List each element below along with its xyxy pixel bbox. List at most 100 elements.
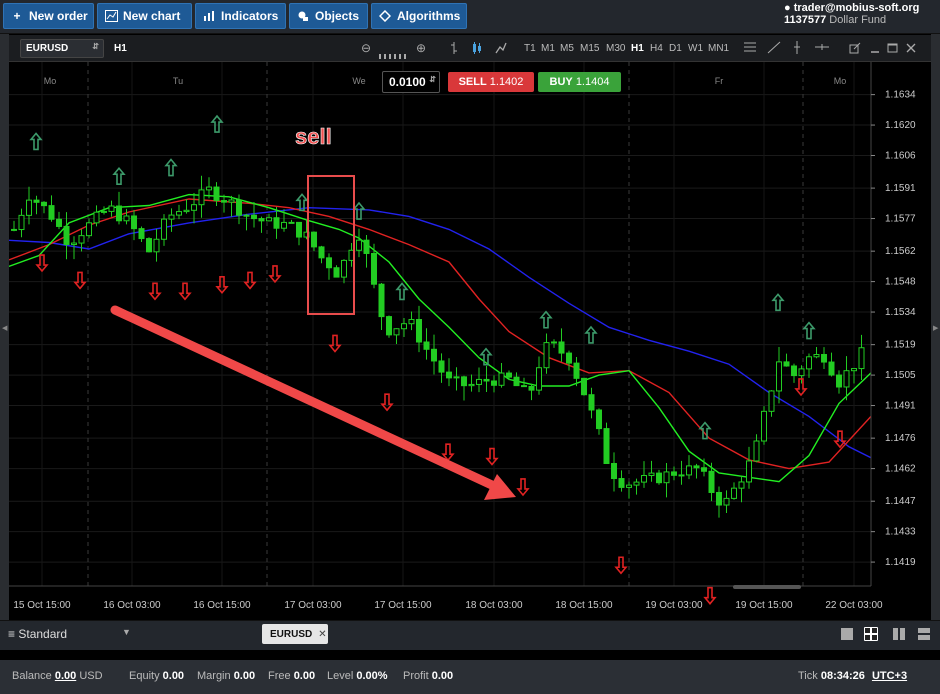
timeframe-h1[interactable]: H1 [631, 43, 644, 54]
maximize-icon[interactable] [887, 41, 898, 59]
candle-body [731, 487, 737, 499]
time-tick-label: 18 Oct 15:00 [555, 600, 613, 611]
candle-body [678, 474, 685, 477]
candle-body [296, 221, 302, 238]
horizontal-line-icon[interactable] [815, 41, 829, 59]
objects-button[interactable]: Objects [289, 3, 368, 29]
candle-body [101, 210, 107, 213]
candle-body [513, 376, 520, 387]
timeframe-m15[interactable]: M15 [580, 43, 599, 54]
sell-signal-arrow [148, 282, 162, 301]
fibonacci-icon[interactable] [743, 41, 757, 59]
zoom-in-icon[interactable]: ⊕ [416, 41, 426, 55]
candle-body [393, 328, 400, 336]
candle-body [341, 259, 347, 278]
algorithms-button[interactable]: Algorithms [371, 3, 467, 29]
price-chart[interactable]: 1.1634 1.1620 1.1606 1.1591 1.1577 1.1562 1.15… [9, 62, 931, 620]
candle-body [161, 218, 167, 240]
candle-body [543, 342, 550, 369]
timezone-selector[interactable]: UTC+3 [872, 670, 907, 682]
candle-body [633, 481, 640, 486]
price-tick-label: 1.1447 [885, 496, 916, 507]
candle-body [311, 231, 317, 248]
right-collapse-bar[interactable]: ▶ [931, 34, 940, 620]
layout-grid-icon[interactable] [864, 627, 878, 641]
buy-signal-arrow [112, 166, 126, 186]
candle-body [648, 472, 655, 477]
zoom-out-icon[interactable]: ⊖ [361, 41, 371, 55]
trendline-icon[interactable] [767, 41, 781, 59]
buy-button[interactable]: BUY 1.1404 [538, 72, 621, 92]
candle-body [123, 215, 130, 222]
spinner-icon: ⇵ [92, 42, 99, 51]
close-chart-icon[interactable] [906, 41, 916, 59]
layout-single-icon[interactable] [840, 627, 854, 641]
profile-selector[interactable]: ≡ Standard [8, 627, 67, 641]
candle-body [408, 319, 415, 325]
timeframe-m1[interactable]: M1 [541, 43, 555, 54]
sell-signal-arrow [614, 556, 628, 575]
price-tick-label: 1.1591 [885, 183, 916, 194]
minimize-icon[interactable] [870, 41, 880, 59]
timeframe-w1[interactable]: W1 [688, 43, 703, 54]
bar-chart-icon[interactable] [449, 41, 459, 60]
candle-body [686, 465, 692, 476]
line-chart-icon[interactable] [495, 41, 507, 60]
zoom-slider[interactable] [379, 46, 409, 59]
chart-scrollbar[interactable] [733, 585, 801, 589]
layout-rows-icon[interactable] [917, 627, 931, 641]
time-axis: 15 Oct 15:00 16 Oct 03:00 16 Oct 15:00 17 O… [9, 585, 883, 611]
sell-signal-arrow [485, 447, 499, 466]
candle-body [626, 484, 632, 488]
candle-body [138, 228, 145, 240]
vertical-line-icon[interactable] [792, 41, 802, 59]
timeframe-t1[interactable]: T1 [524, 43, 536, 54]
candle-body [213, 186, 220, 202]
account-user: trader@mobius-soft.org [793, 2, 920, 14]
balance-status[interactable]: Balance 0.00 USD [12, 670, 103, 682]
lot-size-input[interactable]: 0.0100 ⇵ [382, 71, 440, 93]
chart-timeframe-label: H1 [114, 43, 127, 54]
indicators-button[interactable]: Indicators [195, 3, 286, 29]
close-tab-icon[interactable]: ✕ [318, 629, 326, 640]
ma-slow-line [9, 206, 872, 459]
price-tick-label: 1.1562 [885, 246, 916, 257]
timeframe-h4[interactable]: H4 [650, 43, 663, 54]
detach-window-icon[interactable] [849, 41, 861, 59]
price-tick-label: 1.1634 [885, 90, 916, 101]
candle-body [693, 465, 700, 469]
timeframe-mn1[interactable]: MN1 [708, 43, 729, 54]
candle-body [356, 239, 362, 251]
candle-body [191, 204, 197, 211]
chart-tab-eurusd[interactable]: EURUSD ✕ [262, 624, 328, 644]
account-info[interactable]: ● trader@mobius-soft.org 1137577 Dollar … [784, 2, 932, 26]
candle-body [258, 218, 265, 222]
timeframe-m30[interactable]: M30 [606, 43, 625, 54]
layout-columns-icon[interactable] [892, 627, 906, 641]
candle-body [78, 235, 85, 244]
sell-button[interactable]: SELL 1.1402 [448, 72, 534, 92]
left-collapse-bar[interactable]: ◀ [0, 34, 9, 620]
candle-body [716, 491, 722, 506]
candle-body [671, 471, 677, 476]
price-tick-label: 1.1505 [885, 370, 916, 381]
candle-body [153, 238, 160, 253]
new-order-button[interactable]: + New order [3, 3, 94, 29]
level-status: Level 0.00% [327, 670, 388, 682]
profit-status: Profit 0.00 [403, 670, 454, 682]
timeframe-m5[interactable]: M5 [560, 43, 574, 54]
day-label: Tu [173, 76, 183, 86]
candlestick-chart-icon[interactable] [471, 41, 483, 60]
time-tick-label: 18 Oct 03:00 [465, 600, 523, 611]
new-chart-button[interactable]: New chart [97, 3, 192, 29]
chevron-down-icon[interactable]: ▼ [122, 627, 131, 637]
timeframe-d1[interactable]: D1 [669, 43, 682, 54]
symbol-selector[interactable]: EURUSD ⇵ [20, 39, 104, 58]
price-tick-label: 1.1491 [885, 401, 916, 412]
chart-icon [104, 9, 118, 23]
candle-body [266, 217, 272, 222]
free-status: Free 0.00 [268, 670, 316, 682]
candle-body [581, 377, 587, 396]
price-tick-label: 1.1548 [885, 277, 916, 288]
candle-body [168, 214, 175, 220]
